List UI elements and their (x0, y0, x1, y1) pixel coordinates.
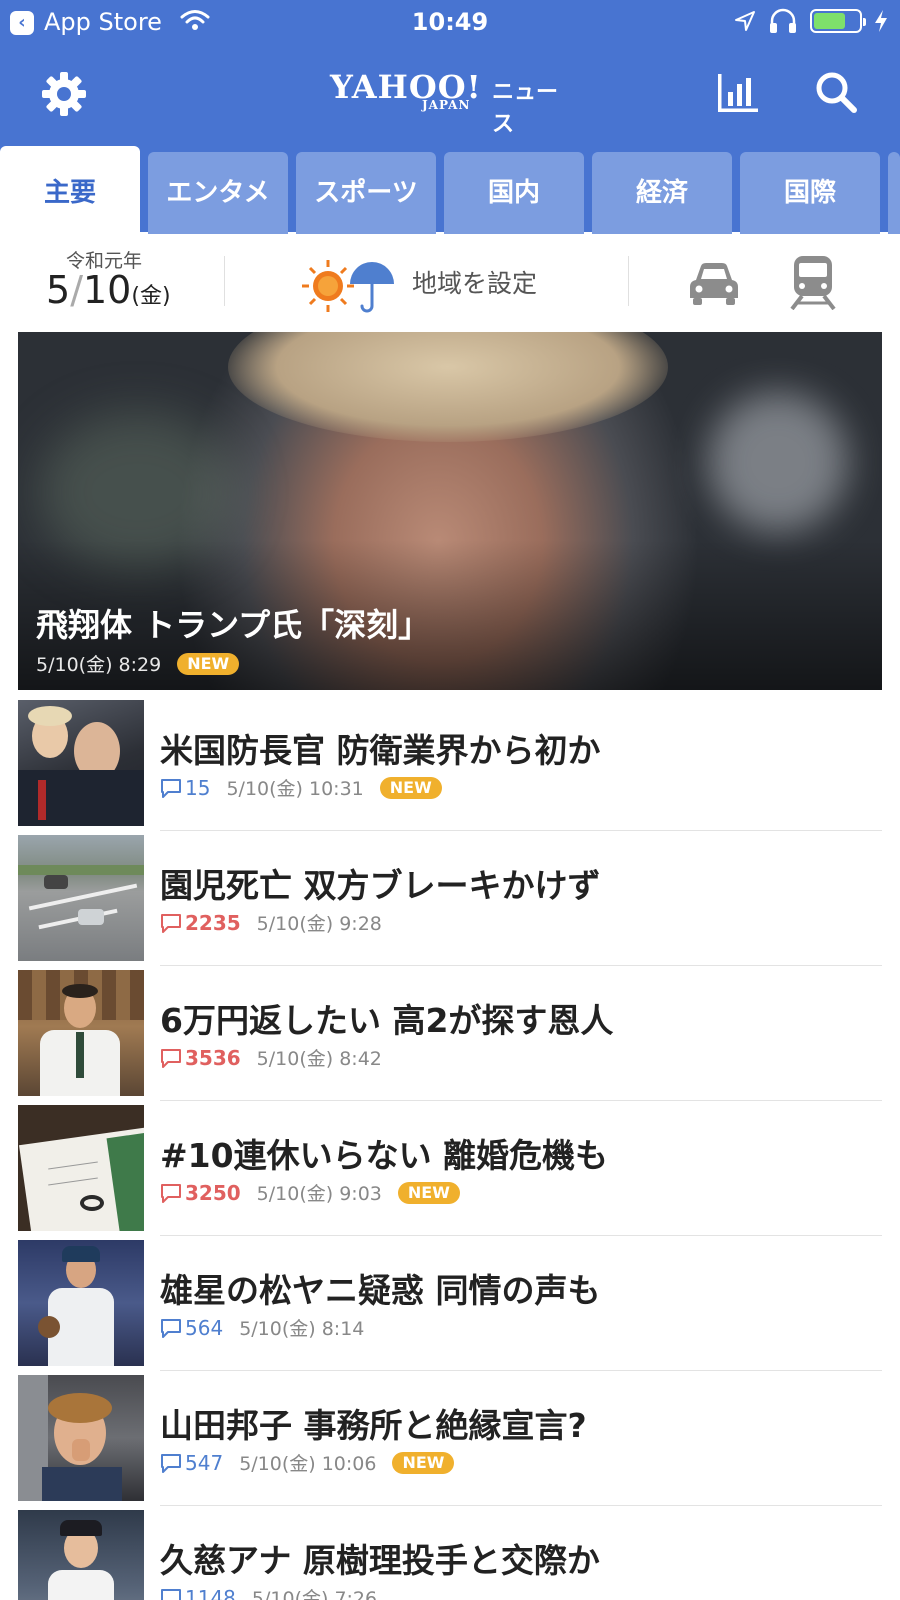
category-tabs: 主要 エンタメ スポーツ 国内 経済 国際 (0, 146, 900, 234)
article-thumbnail (18, 835, 144, 961)
headphones-icon (770, 8, 796, 33)
train-icon[interactable] (788, 254, 838, 310)
article-title: 6万円返したい 高2が探す恩人 (160, 1001, 614, 1040)
top-story-time: 5/10(金) 8:29 (36, 654, 162, 676)
article-time: 5/10(金) 10:06 (239, 1453, 377, 1475)
search-icon[interactable] (814, 70, 858, 114)
article-title: 久慈アナ 原樹理投手と交際か (160, 1541, 600, 1580)
comment-icon (161, 1453, 181, 1473)
article-thumbnail (18, 970, 144, 1096)
article-thumbnail (18, 1105, 144, 1231)
comment-count-value: 547 (185, 1450, 224, 1475)
article-time: 5/10(金) 9:03 (256, 1183, 382, 1205)
tab-entertainment[interactable]: エンタメ (148, 152, 288, 234)
status-bar: ‹ App Store 10:49 (0, 0, 900, 46)
article-time: 5/10(金) 8:42 (256, 1048, 382, 1070)
new-badge: NEW (177, 652, 240, 675)
sun-icon (302, 260, 354, 312)
tab-economy[interactable]: 経済 (592, 152, 732, 234)
top-story[interactable]: 飛翔体 トランプ氏「深刻」 5/10(金) 8:29 NEW (18, 332, 882, 690)
logo-news: ニュース (492, 80, 559, 137)
article-thumbnail (18, 700, 144, 826)
yahoo-news-logo[interactable]: YAHOO! JAPAN ニュース (330, 66, 570, 137)
comment-count[interactable]: 15 (160, 776, 210, 800)
article-title: 米国防長官 防衛業界から初か (160, 731, 601, 770)
comment-count-value: 564 (185, 1315, 224, 1340)
location-arrow-icon (735, 11, 755, 31)
article-title: #10連休いらない 離婚危機も (160, 1136, 609, 1175)
comment-icon (161, 1183, 181, 1203)
list-item[interactable]: 山田邦子 事務所と絶縁宣言? 547 5/10(金) 10:06 NEW (0, 1371, 900, 1506)
article-title: 園児死亡 双方ブレーキかけず (160, 866, 601, 905)
top-story-title: 飛翔体 トランプ氏「深刻」 (36, 606, 431, 644)
comment-count-value: 15 (185, 775, 211, 800)
tab-sports[interactable]: スポーツ (296, 152, 436, 234)
article-title: 雄星の松ヤニ疑惑 同情の声も (160, 1271, 601, 1310)
comment-count-value: 2235 (185, 910, 241, 935)
list-item[interactable]: 久慈アナ 原樹理投手と交際か 1148 5/10(金) 7:26 (0, 1506, 900, 1600)
date-month: 5 (46, 268, 71, 312)
date-weather-strip: 令和元年 5/10(金) 地域を設定 (0, 234, 900, 330)
comment-icon (161, 1048, 181, 1068)
date-display: 5/10(金) (46, 268, 171, 312)
tab-main[interactable]: 主要 (0, 146, 140, 234)
comment-count-value: 3250 (185, 1180, 241, 1205)
article-title: 山田邦子 事務所と絶縁宣言? (160, 1406, 587, 1445)
app-header: ‹ App Store 10:49 YAHOO! JAPAN ニュース 主要 エ… (0, 0, 900, 234)
new-badge: NEW (397, 1181, 460, 1204)
umbrella-icon (350, 262, 394, 313)
comment-count[interactable]: 547 (160, 1451, 223, 1475)
article-thumbnail (18, 1510, 144, 1600)
comment-icon (161, 1588, 181, 1600)
battery-icon (810, 9, 866, 33)
new-badge: NEW (392, 1451, 455, 1474)
charging-bolt-icon (875, 10, 887, 32)
date-weekday: (金) (131, 284, 171, 309)
article-thumbnail (18, 1375, 144, 1501)
set-region-link[interactable]: 地域を設定 (412, 264, 537, 300)
date-day: 10 (83, 268, 132, 312)
logo-japan: JAPAN (422, 98, 471, 112)
comment-count[interactable]: 564 (160, 1316, 223, 1340)
list-item[interactable]: 6万円返したい 高2が探す恩人 3536 5/10(金) 8:42 (0, 966, 900, 1101)
top-story-meta: 5/10(金) 8:29 NEW (36, 650, 240, 677)
weather-icon[interactable] (300, 256, 400, 316)
comment-count-value: 1148 (185, 1585, 236, 1600)
comment-icon (161, 778, 181, 798)
comment-icon (161, 1318, 181, 1338)
list-item[interactable]: 米国防長官 防衛業界から初か 15 5/10(金) 10:31 NEW (0, 696, 900, 831)
article-time: 5/10(金) 9:28 (256, 913, 382, 935)
comment-icon (161, 913, 181, 933)
list-item[interactable]: 雄星の松ヤニ疑惑 同情の声も 564 5/10(金) 8:14 (0, 1236, 900, 1371)
list-item[interactable]: #10連休いらない 離婚危機も 3250 5/10(金) 9:03 NEW (0, 1101, 900, 1236)
comment-count[interactable]: 2235 (160, 911, 241, 935)
article-list: 米国防長官 防衛業界から初か 15 5/10(金) 10:31 NEW 園児死亡… (0, 696, 900, 1600)
article-time: 5/10(金) 7:26 (251, 1588, 378, 1600)
list-item[interactable]: 園児死亡 双方ブレーキかけず 2235 5/10(金) 9:28 (0, 831, 900, 966)
tab-domestic[interactable]: 国内 (444, 152, 584, 234)
comment-count[interactable]: 3250 (160, 1181, 241, 1205)
comment-count[interactable]: 1148 (160, 1586, 236, 1600)
gear-icon[interactable] (40, 70, 88, 118)
comment-count-value: 3536 (185, 1045, 241, 1070)
article-time: 5/10(金) 8:14 (239, 1318, 365, 1340)
new-badge: NEW (379, 776, 442, 799)
tab-international[interactable]: 国際 (740, 152, 880, 234)
ranking-icon[interactable] (716, 70, 760, 114)
car-icon[interactable] (688, 258, 740, 308)
comment-count[interactable]: 3536 (160, 1046, 241, 1070)
tab-more-partial[interactable] (888, 152, 900, 234)
article-time: 5/10(金) 10:31 (226, 778, 364, 800)
article-thumbnail (18, 1240, 144, 1366)
